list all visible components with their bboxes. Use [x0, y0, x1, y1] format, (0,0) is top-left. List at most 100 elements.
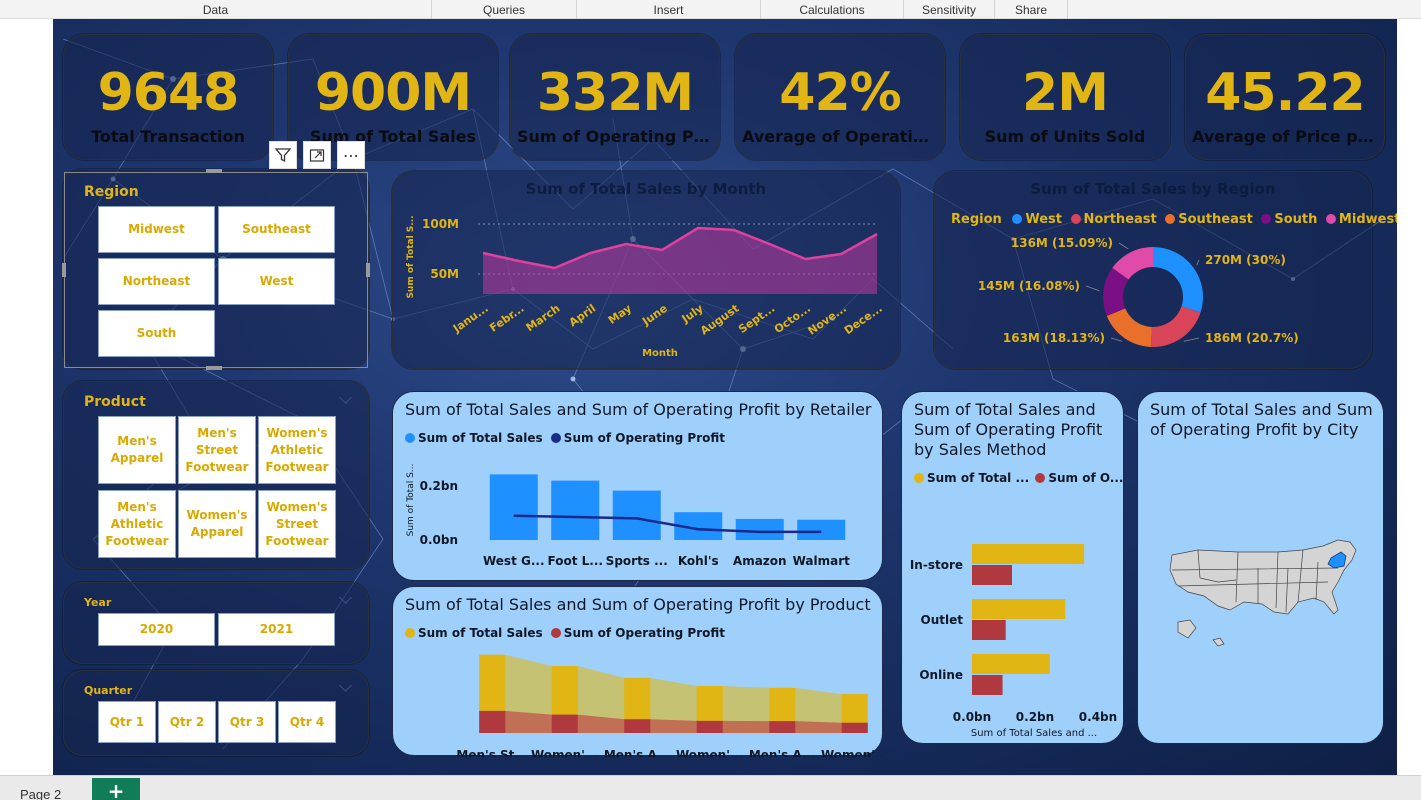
data-label: 163M (18.13%)	[1003, 331, 1105, 345]
slicer-option-mens-apparel[interactable]: Men's Apparel	[98, 416, 176, 484]
add-page-button[interactable]: +	[92, 778, 140, 800]
bar-total-sales	[841, 694, 868, 723]
donut-slice-northeast	[1150, 306, 1201, 347]
kpi-card-units-sold[interactable]: 2M Sum of Units Sold	[960, 34, 1170, 160]
filter-icon-glyph	[274, 148, 292, 163]
x-tick-label: Febr...	[487, 302, 526, 335]
slicer-option-mens-street-footwear[interactable]: Men's Street Footwear	[178, 416, 256, 484]
y-tick-label: Outlet	[921, 613, 964, 627]
slicer-option-qtr3[interactable]: Qtr 3	[218, 701, 276, 743]
bar-total-sales	[769, 687, 796, 722]
sales-by-region-chart[interactable]: Sum of Total Sales by Region Region West…	[934, 171, 1397, 369]
retailer-chart[interactable]: Sum of Total Sales and Sum of Operating …	[392, 391, 883, 581]
kpi-label: Average of Price per...	[1192, 127, 1378, 146]
ribbon-tab-insert[interactable]: Insert	[577, 0, 761, 19]
slicer-title: Product	[84, 394, 146, 410]
page-bar: Page 2 +	[0, 775, 1421, 800]
resize-handle[interactable]	[206, 169, 222, 173]
kpi-label: Sum of Units Sold	[984, 127, 1146, 146]
x-tick-label: Sept...	[736, 302, 777, 336]
y-tick-label: 50M	[430, 267, 459, 281]
kpi-card-total-transaction[interactable]: 9648 Total Transaction	[63, 34, 273, 160]
bar-total-sales	[972, 599, 1066, 619]
resize-handle[interactable]	[206, 366, 222, 370]
x-tick-label: Nove...	[805, 302, 848, 338]
bar-operating-profit	[479, 710, 506, 733]
sales-by-month-chart[interactable]: Sum of Total Sales by Month 100M 50M Sum o…	[392, 171, 900, 369]
x-tick-label: March	[524, 302, 563, 335]
page-tab[interactable]: Page 2	[20, 787, 61, 800]
bar-operating-profit	[841, 722, 868, 733]
selection-frame[interactable]	[64, 172, 368, 368]
bar-total-sales	[551, 666, 578, 715]
x-tick-label: Men's A...	[749, 748, 816, 757]
kpi-card-operating-profit[interactable]: 332M Sum of Operating Pr...	[510, 34, 720, 160]
city-map-chart[interactable]: Sum of Total Sales and Sum of Operating …	[1137, 391, 1384, 744]
sales-method-bar-svg: In-store Outlet Online 0.0bn 0.2bn 0.4bn Sum o…	[910, 544, 1117, 739]
x-tick-label: West G...	[483, 554, 545, 568]
x-tick-label: August	[698, 302, 741, 338]
slicer-option-qtr4[interactable]: Qtr 4	[278, 701, 336, 743]
kpi-label: Sum of Operating Pr...	[517, 127, 713, 146]
slicer-option-2020[interactable]: 2020	[98, 613, 215, 646]
y-tick-label: 100M	[422, 217, 459, 231]
kpi-value: 2M	[1022, 63, 1109, 123]
sales-method-chart[interactable]: Sum of Total Sales and Sum of Operating …	[901, 391, 1124, 744]
x-tick-label: 0.4bn	[1079, 710, 1117, 724]
y-tick-label: 0.2bn	[420, 479, 458, 493]
slicer-option-womens-street-footwear[interactable]: Women's Street Footwear	[258, 490, 336, 558]
resize-handle[interactable]	[366, 263, 370, 277]
slicer-option-2021[interactable]: 2021	[218, 613, 335, 646]
quarter-slicer[interactable]: Quarter Qtr 1 Qtr 2 Qtr 3 Qtr 4	[63, 670, 369, 756]
kpi-card-price-per-unit[interactable]: 45.22 Average of Price per...	[1185, 34, 1385, 160]
year-slicer[interactable]: Year 2020 2021	[63, 582, 369, 664]
kpi-card-operating-margin[interactable]: 42% Average of Operating...	[735, 34, 945, 160]
bar-total-sales	[696, 686, 723, 721]
donut-slice-southeast	[1106, 308, 1152, 347]
ribbon: Data Queries Insert Calculations Sensiti…	[0, 0, 1421, 19]
resize-handle[interactable]	[62, 263, 66, 277]
bar-total-sales	[489, 474, 538, 540]
bar-total-sales	[624, 677, 651, 720]
ribbon-tab-share[interactable]: Share	[995, 0, 1068, 19]
kpi-value: 332M	[536, 63, 694, 123]
ribbon-tab-calculations[interactable]: Calculations	[761, 0, 904, 19]
bar-operating-profit	[551, 714, 578, 733]
bar-operating-profit	[769, 721, 796, 733]
slicer-option-mens-athletic-footwear[interactable]: Men's Athletic Footwear	[98, 490, 176, 558]
region-donut-svg: 270M (30%) 186M (20.7%) 163M (18.13%) 145M …	[978, 236, 1299, 347]
x-tick-label: Foot L...	[548, 554, 603, 568]
x-tick-label: Amazon	[733, 554, 787, 568]
chevron-down-icon[interactable]	[339, 391, 352, 404]
x-tick-label: Janu...	[450, 302, 491, 336]
x-tick-label: July	[679, 302, 706, 326]
slicer-option-womens-apparel[interactable]: Women's Apparel	[178, 490, 256, 558]
leader-line	[1183, 337, 1200, 342]
chevron-down-icon[interactable]	[339, 679, 352, 692]
x-tick-label: Kohl's	[678, 554, 719, 568]
x-axis-label: Month	[642, 348, 678, 359]
ribbon-tab-queries[interactable]: Queries	[432, 0, 577, 19]
y-tick-label: 0.0bn	[420, 533, 458, 547]
chevron-down-icon[interactable]	[339, 591, 352, 604]
bar-total-sales	[479, 654, 506, 711]
product-slicer[interactable]: Product Men's Apparel Men's Street Footw…	[63, 381, 369, 569]
slicer-option-qtr2[interactable]: Qtr 2	[158, 701, 216, 743]
y-tick-label: In-store	[910, 558, 963, 572]
more-options-icon[interactable]: ⋯	[337, 141, 365, 169]
us-map[interactable]	[1138, 392, 1385, 745]
bar-total-sales	[612, 490, 661, 540]
y-tick-label: Online	[919, 668, 963, 682]
product-chart[interactable]: Sum of Total Sales and Sum of Operating …	[392, 586, 884, 757]
slicer-option-qtr1[interactable]: Qtr 1	[98, 701, 156, 743]
bar-total-sales	[797, 519, 846, 540]
ribbon-tab-sensitivity[interactable]: Sensitivity	[904, 0, 995, 19]
bar-total-sales	[972, 544, 1085, 564]
ribbon-tab-data[interactable]: Data	[0, 0, 432, 19]
filter-icon[interactable]	[269, 141, 297, 169]
kpi-value: 900M	[314, 63, 472, 123]
focus-mode-icon[interactable]	[303, 141, 331, 169]
slicer-option-womens-athletic-footwear[interactable]: Women's Athletic Footwear	[258, 416, 336, 484]
x-tick-label: 0.2bn	[1016, 710, 1054, 724]
us-map-shapes	[1169, 539, 1357, 647]
